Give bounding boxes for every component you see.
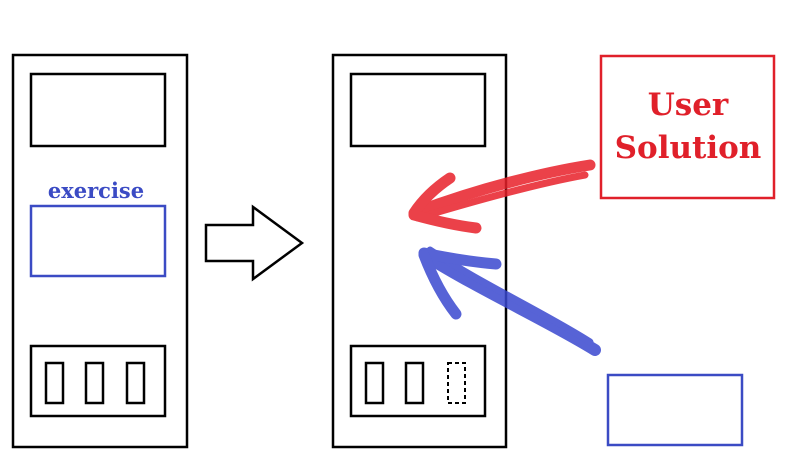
left-slot-2 — [84, 361, 105, 405]
diagram-canvas: exercise User Solution — [11, 53, 776, 449]
exercise-box — [29, 204, 167, 278]
left-top-box — [29, 72, 167, 148]
red-arrow-head-lower — [408, 209, 482, 234]
right-top-box — [349, 72, 487, 148]
blue-source-box — [606, 373, 744, 447]
left-panel: exercise — [11, 53, 189, 449]
user-solution-line-2: Solution — [615, 130, 762, 166]
user-solution: User Solution — [599, 54, 776, 200]
blue-arrow-icon — [418, 246, 601, 356]
left-panel-frame — [11, 53, 189, 449]
right-slot-2 — [404, 361, 425, 405]
left-slot-1 — [44, 361, 65, 405]
left-slot-3 — [125, 361, 146, 405]
red-arrow-icon — [408, 159, 596, 234]
user-solution-box — [599, 54, 776, 200]
exercise-label: exercise — [48, 178, 144, 203]
user-solution-line-1: User — [648, 87, 729, 123]
right-slot-1 — [364, 361, 385, 405]
transform-arrow-icon — [204, 204, 305, 282]
right-slot-empty-dashed — [447, 362, 466, 404]
